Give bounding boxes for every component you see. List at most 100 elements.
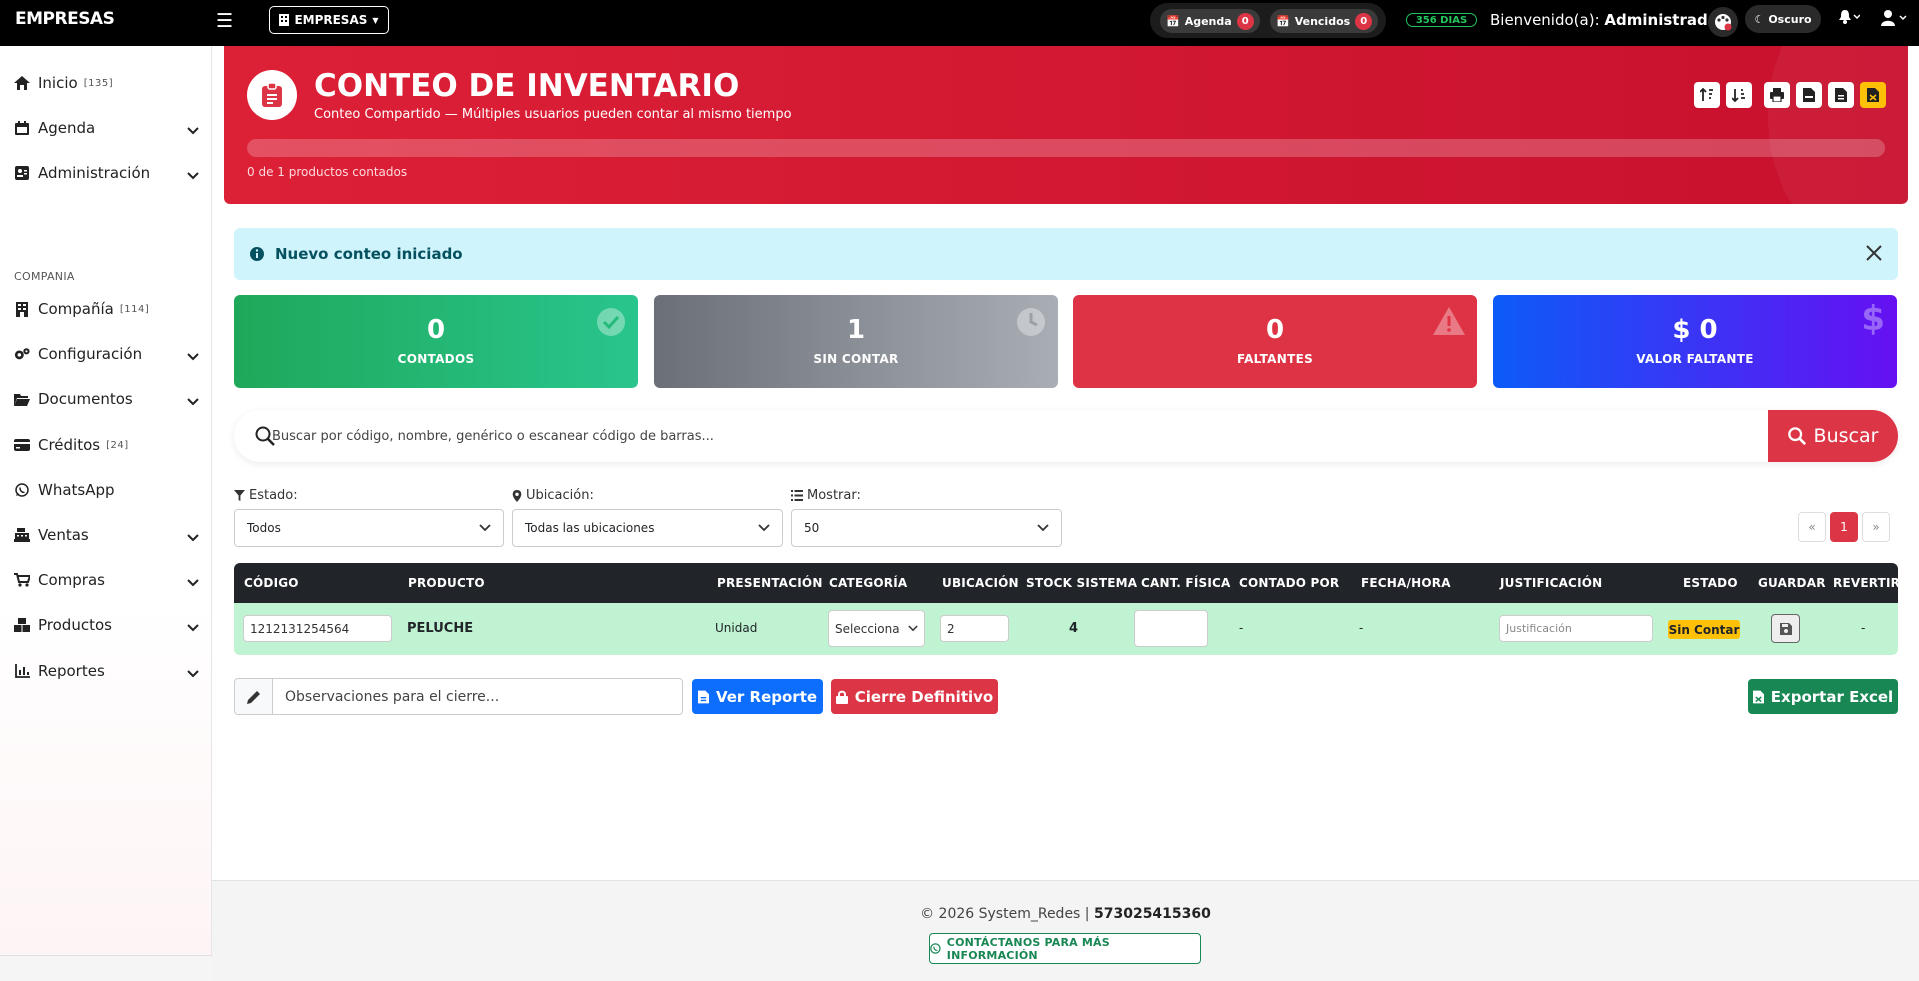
chevron-down-icon xyxy=(479,524,491,532)
chevron-down-icon xyxy=(187,347,199,365)
chevron-down-icon xyxy=(187,528,199,546)
sidebar-item-reportes[interactable]: Reportes xyxy=(14,658,199,684)
folder-open-icon xyxy=(14,391,30,407)
sidebar-item-administracion[interactable]: Administración xyxy=(14,160,199,186)
file-export-icon[interactable] xyxy=(1828,82,1854,108)
ubicacion-input[interactable]: 2 xyxy=(940,615,1009,642)
sidebar-item-inicio[interactable]: Inicio [135] xyxy=(14,70,199,96)
stat-card-faltantes: 0 FALTANTES xyxy=(1073,295,1477,388)
categoria-select[interactable]: Selecciona xyxy=(828,610,925,647)
sidebar-item-label: Productos xyxy=(38,616,112,634)
sort-ascending-icon[interactable] xyxy=(1694,82,1720,108)
ver-reporte-button[interactable]: Ver Reporte xyxy=(692,679,823,714)
map-marker-icon xyxy=(512,489,522,502)
sidebar-item-badge: [114] xyxy=(119,303,150,315)
column-header: UBICACIÓN xyxy=(942,576,1019,590)
info-alert: Nuevo conteo iniciado xyxy=(234,228,1898,280)
ubicacion-select[interactable]: Todas las ubicaciones xyxy=(512,509,783,547)
sidebar-item-creditos[interactable]: Créditos [24] xyxy=(14,432,199,458)
gears-icon xyxy=(14,346,30,362)
palette-icon[interactable] xyxy=(1708,7,1738,37)
page-title: CONTEO DE INVENTARIO xyxy=(314,68,740,104)
dark-mode-toggle[interactable]: ☾ Oscuro xyxy=(1745,5,1821,33)
cantidad-fisica-input[interactable] xyxy=(1134,610,1208,647)
search-button-label: Buscar xyxy=(1813,425,1879,447)
column-header: GUARDAR xyxy=(1758,576,1826,590)
agenda-pill[interactable]: 📅 Agenda 0 xyxy=(1160,9,1260,33)
inventory-table: CÓDIGO PRODUCTO PRESENTACIÓN CATEGORÍA U… xyxy=(234,563,1900,655)
pagination-page[interactable]: 1 xyxy=(1830,512,1858,542)
product-search-bar: Buscar xyxy=(234,410,1898,462)
sidebar-item-badge: [24] xyxy=(106,439,129,451)
mostrar-select[interactable]: 50 xyxy=(791,509,1062,547)
inventory-header: CONTEO DE INVENTARIO Conteo Compartido —… xyxy=(224,46,1908,204)
clipboard-icon xyxy=(247,70,297,120)
stat-label: FALTANTES xyxy=(1236,352,1314,366)
company-selector[interactable]: EMPRESAS ▼ xyxy=(269,6,389,34)
sidebar-footer xyxy=(0,955,212,981)
file-icon xyxy=(697,690,709,703)
sidebar-item-label: Agenda xyxy=(38,119,96,137)
boxes-icon xyxy=(14,617,30,633)
close-icon[interactable] xyxy=(1865,244,1883,266)
pagination-next[interactable]: » xyxy=(1862,512,1890,542)
ver-reporte-label: Ver Reporte xyxy=(715,687,818,706)
column-header: STOCK SISTEMA xyxy=(1026,576,1138,590)
welcome-prefix: Bienvenido(a): xyxy=(1490,11,1600,29)
print-icon[interactable] xyxy=(1764,82,1790,108)
notification-pills: 📅 Agenda 0 📅 Vencidos 0 xyxy=(1150,3,1386,38)
header-toolbar xyxy=(1694,82,1886,108)
categoria-select-value: Selecciona xyxy=(835,621,900,636)
excel-file-icon[interactable] xyxy=(1860,82,1886,108)
whatsapp-icon xyxy=(930,943,941,954)
presentacion-cell: Unidad xyxy=(715,621,758,635)
estado-select-value: Todos xyxy=(247,521,281,535)
credit-card-icon xyxy=(14,437,30,453)
cierre-definitivo-label: Cierre Definitivo xyxy=(854,687,994,706)
pdf-file-icon[interactable] xyxy=(1796,82,1822,108)
mostrar-select-value: 50 xyxy=(804,521,820,535)
observaciones-input[interactable]: Observaciones para el cierre... xyxy=(272,678,683,715)
exportar-excel-button[interactable]: Exportar Excel xyxy=(1748,679,1898,714)
chevron-down-icon xyxy=(187,121,199,139)
user-menu-icon[interactable] xyxy=(1880,9,1910,31)
save-row-button[interactable] xyxy=(1771,614,1800,643)
sidebar: Inicio [135] Agenda Administración COMPA… xyxy=(0,46,212,981)
search-input[interactable] xyxy=(272,424,1692,448)
vencidos-pill[interactable]: 📅 Vencidos 0 xyxy=(1270,9,1379,33)
justificacion-input[interactable]: Justificación xyxy=(1499,615,1653,642)
codigo-input[interactable]: 1212131254564 xyxy=(243,615,392,642)
vencidos-pill-label: Vencidos xyxy=(1294,14,1351,28)
bell-icon[interactable] xyxy=(1838,9,1861,29)
sidebar-item-ventas[interactable]: Ventas xyxy=(14,522,199,548)
stat-card-contados: 0 CONTADOS xyxy=(234,295,638,388)
sidebar-item-agenda[interactable]: Agenda xyxy=(14,115,199,141)
sidebar-item-badge: [135] xyxy=(83,77,114,89)
chevron-down-icon xyxy=(758,524,770,532)
sidebar-item-productos[interactable]: Productos xyxy=(14,612,199,638)
menu-toggle-icon[interactable]: ☰ xyxy=(216,10,233,32)
sidebar-item-configuracion[interactable]: Configuración xyxy=(14,341,199,367)
pagination: « 1 » xyxy=(1798,512,1890,542)
progress-text: 0 de 1 productos contados xyxy=(247,165,408,179)
pagination-prev[interactable]: « xyxy=(1798,512,1826,542)
sidebar-item-documentos[interactable]: Documentos xyxy=(14,386,199,412)
stat-value: $ 0 xyxy=(1672,315,1718,345)
sort-descending-icon[interactable] xyxy=(1726,82,1752,108)
sidebar-item-label: Ventas xyxy=(38,526,89,544)
contact-button[interactable]: CONTÁCTANOS PARA MÁS INFORMACIÓN xyxy=(929,933,1201,964)
brand-logo[interactable]: EMPRESAS xyxy=(15,9,115,29)
sidebar-item-compras[interactable]: Compras xyxy=(14,567,199,593)
sidebar-item-label: Compras xyxy=(38,571,105,589)
search-button[interactable]: Buscar xyxy=(1768,410,1898,462)
chevron-down-icon xyxy=(187,392,199,410)
sidebar-item-compania[interactable]: Compañía [114] xyxy=(14,296,199,322)
sidebar-item-whatsapp[interactable]: WhatsApp xyxy=(14,477,199,503)
chevron-down-icon xyxy=(1037,524,1049,532)
chevron-down-icon xyxy=(187,166,199,184)
building-icon xyxy=(279,14,290,26)
estado-select[interactable]: Todos xyxy=(234,509,504,547)
cierre-definitivo-button[interactable]: Cierre Definitivo xyxy=(831,679,998,714)
chevron-down-icon xyxy=(187,664,199,682)
stat-value: 0 xyxy=(1265,315,1285,345)
